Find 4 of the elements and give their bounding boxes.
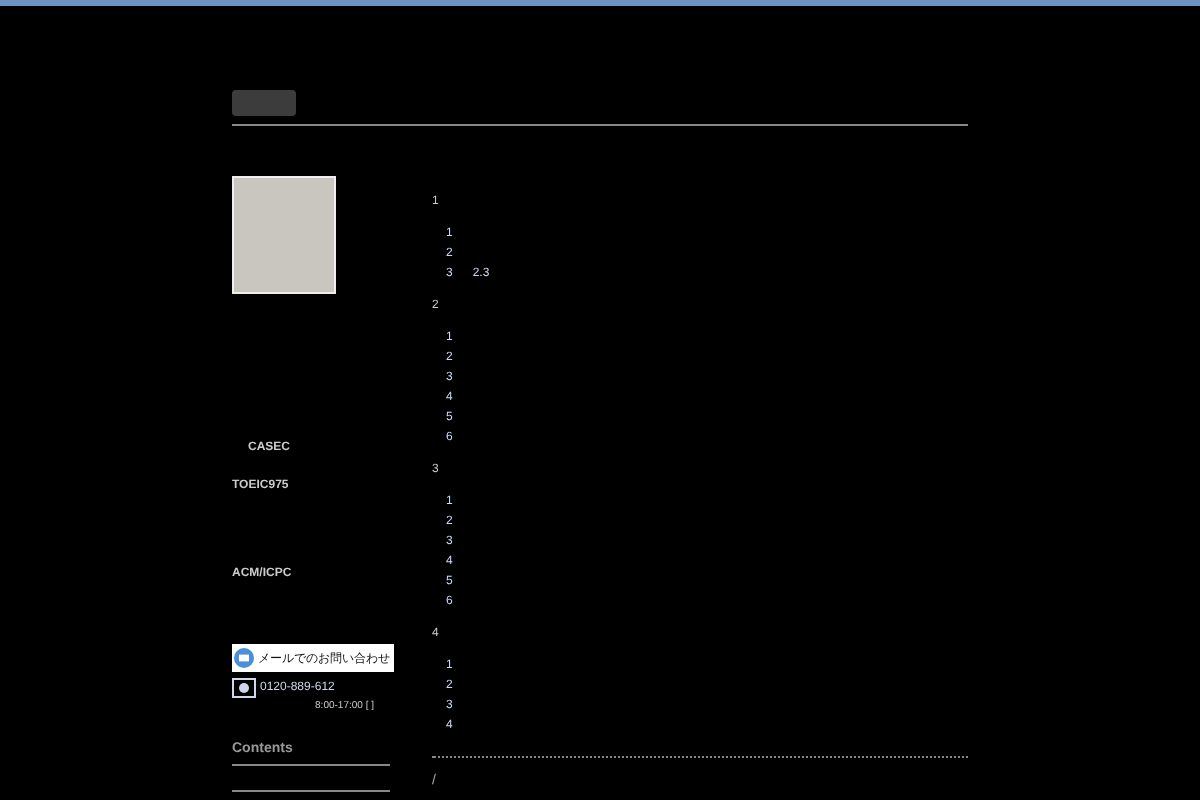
phone-icon xyxy=(232,678,256,698)
photo-placeholder xyxy=(232,176,336,294)
envelope-icon xyxy=(234,648,254,668)
header-block xyxy=(232,90,296,116)
